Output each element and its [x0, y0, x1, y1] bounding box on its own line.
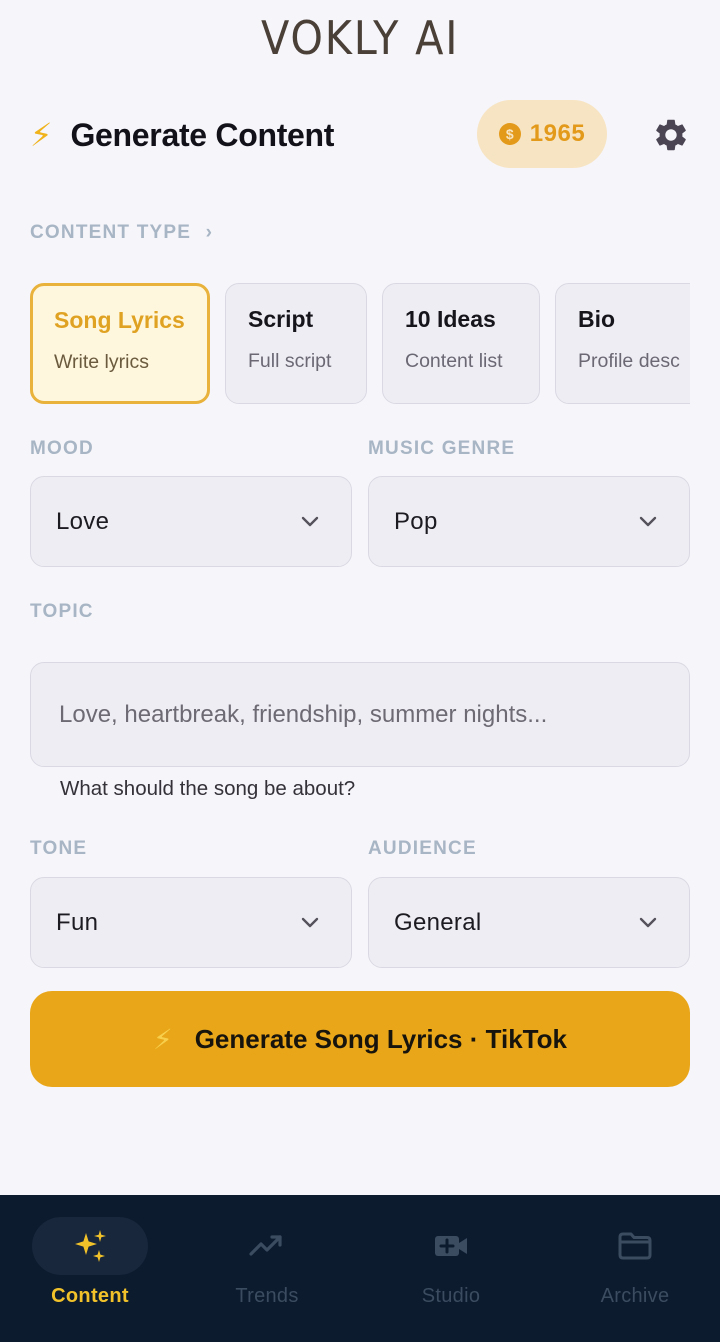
content-type-song-lyrics[interactable]: Song Lyrics Write lyrics — [30, 283, 210, 404]
content-type-script[interactable]: Script Full script — [225, 283, 367, 404]
content-type-desc: Content list — [405, 350, 503, 372]
lightning-icon: ⚡ — [153, 1023, 173, 1055]
tone-select[interactable]: Fun — [30, 877, 352, 968]
video-plus-icon — [435, 1236, 467, 1256]
tone-label: TONE — [30, 838, 88, 859]
chevron-down-icon — [639, 516, 657, 526]
topic-label: TOPIC — [30, 601, 94, 622]
sparkles-icon — [75, 1230, 106, 1262]
nav-icon-container — [577, 1217, 693, 1275]
chevron-down-icon — [639, 917, 657, 927]
content-type-name: Script — [248, 306, 314, 332]
nav-label: Archive — [600, 1285, 670, 1307]
settings-button[interactable] — [652, 116, 690, 154]
coin-icon: $ — [498, 123, 521, 145]
app-logo: VOKLY AI — [0, 8, 720, 68]
content-type-bio[interactable]: Bio Profile desc — [555, 283, 690, 404]
music-genre-label: MUSIC GENRE — [368, 438, 516, 459]
mood-select[interactable]: Love — [30, 476, 352, 567]
mood-label: MOOD — [30, 438, 94, 459]
audience-label: AUDIENCE — [368, 838, 477, 859]
lightning-icon: ⚡ — [30, 117, 53, 153]
content-type-name: Bio — [578, 306, 616, 332]
nav-label: Content — [51, 1285, 129, 1307]
nav-label: Trends — [235, 1285, 299, 1307]
nav-icon-container — [209, 1217, 325, 1275]
gear-icon — [656, 119, 686, 151]
nav-label: Studio — [421, 1285, 481, 1307]
nav-icon-container — [393, 1217, 509, 1275]
content-type-label-text: CONTENT TYPE — [30, 222, 192, 243]
content-type-list: Song Lyrics Write lyrics Script Full scr… — [30, 283, 690, 405]
trending-up-icon — [249, 1235, 282, 1256]
folder-icon — [618, 1232, 652, 1260]
topic-field[interactable] — [30, 662, 690, 767]
content-type-label[interactable]: CONTENT TYPE › — [30, 222, 213, 244]
generate-button[interactable]: ⚡ Generate Song Lyrics · TikTok — [30, 991, 690, 1087]
nav-item-archive[interactable]: Archive — [545, 1195, 720, 1342]
mood-value: Love — [56, 507, 110, 535]
nav-item-content[interactable]: Content — [0, 1195, 180, 1342]
chevron-down-icon — [301, 516, 319, 526]
content-type-name: 10 Ideas — [405, 306, 496, 332]
music-genre-select[interactable]: Pop — [368, 476, 690, 567]
topic-input[interactable] — [59, 700, 661, 729]
content-type-name: Song Lyrics — [54, 307, 185, 333]
content-type-desc: Write lyrics — [54, 351, 149, 373]
content-type-desc: Full script — [248, 350, 332, 372]
music-genre-value: Pop — [394, 507, 438, 535]
nav-item-trends[interactable]: Trends — [177, 1195, 357, 1342]
generate-button-label: Generate Song Lyrics · TikTok — [194, 1023, 567, 1054]
coin-balance: 1965 — [529, 120, 586, 147]
app-logo-text: VOKLY AI — [260, 11, 460, 65]
page-title: Generate Content — [70, 116, 335, 153]
audience-value: General — [394, 908, 482, 936]
chevron-down-icon — [301, 917, 319, 927]
topic-hint: What should the song be about? — [60, 777, 356, 800]
content-type-desc: Profile desc — [578, 350, 680, 372]
chevron-right-icon: › — [205, 222, 214, 243]
tone-value: Fun — [56, 908, 99, 936]
coin-balance-badge[interactable]: $ 1965 — [477, 100, 607, 168]
nav-icon-container — [32, 1217, 148, 1275]
bottom-nav: Content Trends Studio Archive — [0, 1195, 720, 1342]
page-header: ⚡ Generate Content $ 1965 — [30, 100, 690, 170]
audience-select[interactable]: General — [368, 877, 690, 968]
content-type-10-ideas[interactable]: 10 Ideas Content list — [382, 283, 540, 404]
nav-item-studio[interactable]: Studio — [361, 1195, 541, 1342]
